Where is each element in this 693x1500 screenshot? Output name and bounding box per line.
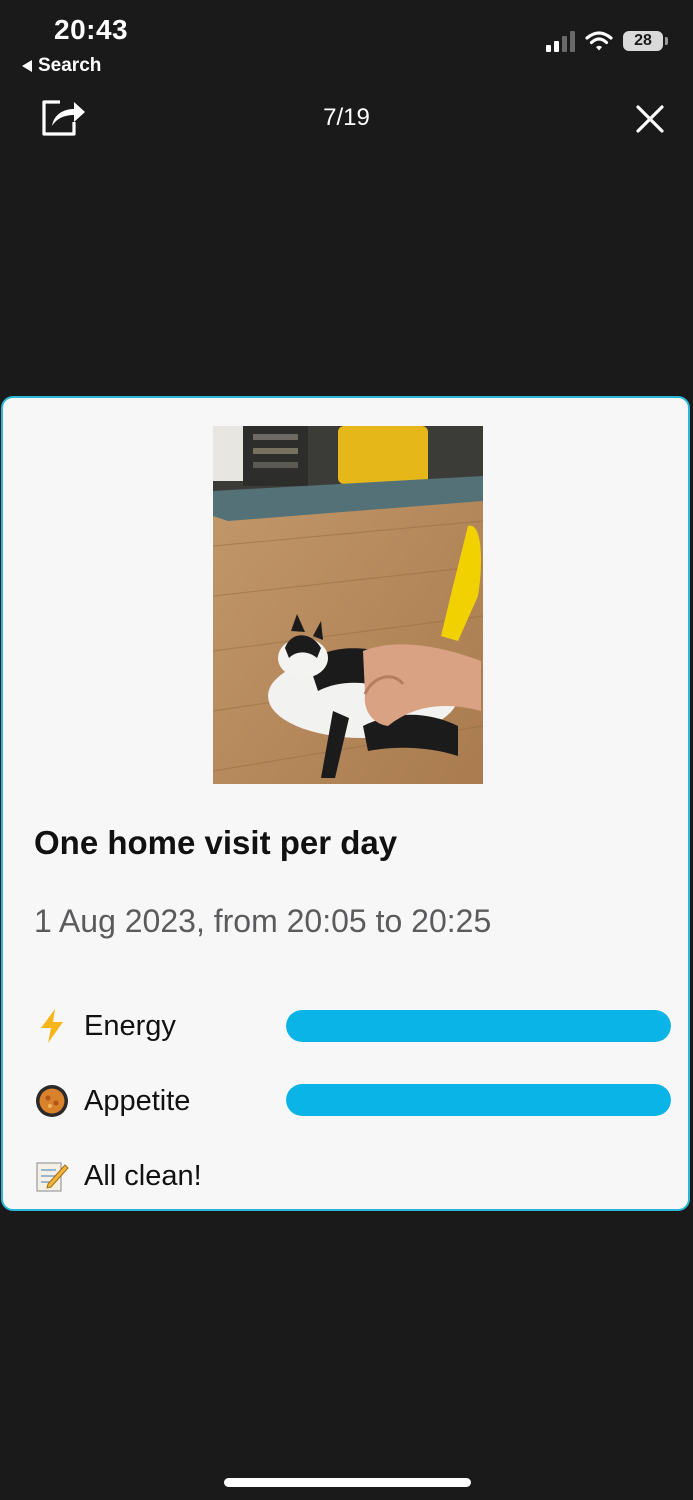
- appetite-label: Appetite: [84, 1084, 191, 1117]
- back-arrow-icon: [22, 60, 32, 72]
- energy-bar: [286, 1010, 671, 1042]
- battery-level: 28: [634, 32, 652, 49]
- visit-title: One home visit per day: [34, 824, 398, 861]
- energy-label: Energy: [84, 1009, 176, 1042]
- energy-bar-fill: [286, 1010, 671, 1042]
- visit-date: 1 Aug 2023, from 20:05 to 20:25: [34, 903, 492, 939]
- status-time: 20:43: [54, 14, 129, 45]
- back-to-search-link[interactable]: Search: [22, 55, 101, 77]
- appetite-bar: [286, 1084, 671, 1116]
- note-row: All clean!: [34, 1158, 202, 1194]
- cellular-signal-icon: [546, 30, 575, 52]
- memo-pencil-icon: [34, 1158, 70, 1194]
- back-link-label: Search: [38, 55, 102, 76]
- appetite-row: Appetite: [34, 1083, 190, 1119]
- lightning-bolt-icon: [34, 1008, 70, 1044]
- appetite-bar-fill: [286, 1084, 671, 1116]
- home-indicator[interactable]: [224, 1478, 471, 1487]
- energy-row: Energy: [34, 1008, 176, 1044]
- wifi-icon: [585, 31, 613, 51]
- battery-indicator: 28: [623, 31, 668, 51]
- visit-report-card: One home visit per day 1 Aug 2023, from …: [1, 396, 690, 1211]
- cat-photo[interactable]: [213, 426, 483, 784]
- photo-counter: 7/19: [323, 104, 370, 131]
- close-button[interactable]: [635, 104, 665, 134]
- food-bowl-icon: [34, 1083, 70, 1119]
- note-label: All clean!: [84, 1159, 202, 1192]
- close-icon: [636, 105, 664, 133]
- status-icons: 28: [546, 30, 668, 52]
